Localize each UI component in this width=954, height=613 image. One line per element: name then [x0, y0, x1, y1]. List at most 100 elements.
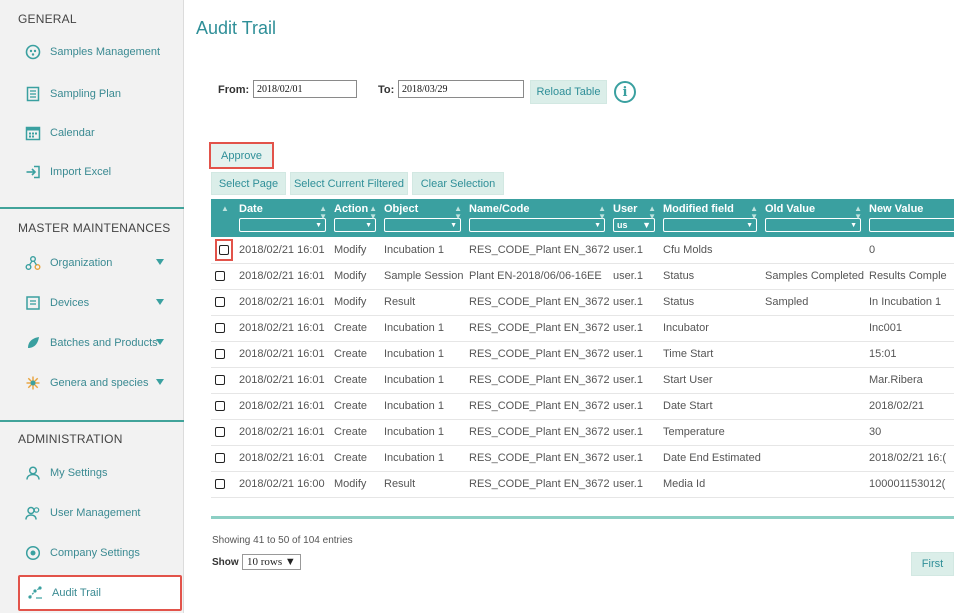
- cell-new-value: 30: [865, 419, 954, 446]
- row-checkbox[interactable]: [215, 453, 225, 464]
- row-checkbox[interactable]: [215, 297, 225, 308]
- approve-button[interactable]: Approve: [209, 142, 274, 169]
- cell-modified-field: Date Start: [659, 393, 761, 420]
- header-name-code[interactable]: Name/Code ▲ ▼ ▼: [465, 199, 609, 237]
- cell-name-code: RES_CODE_Plant EN_3672: [465, 419, 609, 446]
- info-icon[interactable]: i: [614, 81, 636, 103]
- to-label: To:: [378, 84, 395, 96]
- cell-object: Incubation 1: [380, 393, 465, 420]
- cell-user: user.1: [609, 471, 659, 498]
- chevron-down-icon[interactable]: [156, 259, 164, 265]
- header-new-value[interactable]: New Value▲▼: [865, 199, 954, 237]
- chevron-down-icon[interactable]: [156, 299, 164, 305]
- header-old-value[interactable]: Old Value ▲ ▼ ▼: [761, 199, 865, 237]
- cell-date: 2018/02/21 16:01: [235, 289, 330, 316]
- sort-icon[interactable]: ▲ ▼: [854, 205, 862, 221]
- nav-my-settings[interactable]: My Settings: [24, 460, 174, 486]
- cell-modified-field: Status: [659, 263, 761, 290]
- modified-field-filter-select[interactable]: ▼: [663, 218, 757, 232]
- first-page-button[interactable]: First: [911, 552, 954, 576]
- row-checkbox[interactable]: [215, 271, 225, 282]
- from-date-input[interactable]: [253, 80, 357, 98]
- reload-table-button[interactable]: Reload Table: [530, 80, 607, 104]
- nav-audit-trail[interactable]: Audit Trail: [18, 575, 182, 611]
- nav-genera-species[interactable]: Genera and species: [24, 370, 174, 396]
- nav-calendar[interactable]: Calendar: [24, 120, 174, 146]
- nav-batches-products[interactable]: Batches and Products: [24, 330, 174, 356]
- header-action[interactable]: Action ▲ ▼ ▼: [330, 199, 380, 237]
- nav-import-excel[interactable]: Import Excel: [24, 159, 174, 185]
- users-icon: [24, 504, 42, 522]
- row-checkbox[interactable]: [215, 375, 225, 386]
- chevron-down-icon[interactable]: [156, 339, 164, 345]
- date-filter-select[interactable]: ▼: [239, 218, 326, 232]
- nav-samples-management[interactable]: Samples Management: [24, 39, 174, 65]
- nav-user-management[interactable]: User Management: [24, 500, 174, 526]
- clear-selection-button[interactable]: Clear Selection: [412, 172, 504, 195]
- row-checkbox[interactable]: [215, 401, 225, 412]
- header-label: New Value: [869, 203, 924, 215]
- sort-icon[interactable]: ▲ ▼: [648, 205, 656, 221]
- row-checkbox[interactable]: [219, 244, 229, 255]
- cell-old-value: [761, 341, 865, 368]
- new-value-filter-select[interactable]: [869, 218, 954, 232]
- nav-label: Sampling Plan: [50, 88, 121, 100]
- table-row[interactable]: 2018/02/21 16:00 Modify Result RES_CODE_…: [211, 471, 954, 498]
- table-row[interactable]: 2018/02/21 16:01 Modify Result RES_CODE_…: [211, 289, 954, 316]
- cell-old-value: [761, 237, 865, 264]
- table-row[interactable]: 2018/02/21 16:01 Modify Sample Session P…: [211, 263, 954, 290]
- table-row[interactable]: 2018/02/21 16:01 Create Incubation 1 RES…: [211, 393, 954, 420]
- select-current-filtered-button[interactable]: Select Current Filtered: [290, 172, 408, 195]
- settings-icon: [24, 544, 42, 562]
- nav-devices[interactable]: Devices: [24, 290, 174, 316]
- table-row[interactable]: 2018/02/21 16:01 Create Incubation 1 RES…: [211, 445, 954, 472]
- header-object[interactable]: Object ▲ ▼ ▼: [380, 199, 465, 237]
- sort-icon[interactable]: ▲ ▼: [598, 205, 606, 221]
- table-row[interactable]: 2018/02/21 16:01 Create Incubation 1 RES…: [211, 315, 954, 342]
- row-checkbox[interactable]: [215, 427, 225, 438]
- from-label: From:: [218, 84, 250, 96]
- table-row[interactable]: 2018/02/21 16:01 Modify Incubation 1 RES…: [211, 237, 954, 264]
- chevron-down-icon[interactable]: [156, 379, 164, 385]
- cell-date: 2018/02/21 16:01: [235, 341, 330, 368]
- object-filter-select[interactable]: ▼: [384, 218, 461, 232]
- table-row[interactable]: 2018/02/21 16:01 Create Incubation 1 RES…: [211, 419, 954, 446]
- row-checkbox-cell: [211, 263, 235, 290]
- cell-old-value: [761, 393, 865, 420]
- header-date[interactable]: Date ▲ ▼ ▼: [235, 199, 330, 237]
- general-section-title: GENERAL: [18, 12, 77, 26]
- row-checkbox-cell: [211, 341, 235, 368]
- cell-object: Result: [380, 289, 465, 316]
- nav-sampling-plan[interactable]: Sampling Plan: [24, 81, 174, 107]
- cell-date: 2018/02/21 16:01: [235, 445, 330, 472]
- row-checkbox[interactable]: [215, 479, 225, 490]
- old-value-filter-select[interactable]: ▼: [765, 218, 861, 232]
- sort-icon[interactable]: ▲ ▼: [454, 205, 462, 221]
- cell-object: Incubation 1: [380, 315, 465, 342]
- sort-icon[interactable]: ▲ ▼: [750, 205, 758, 221]
- to-date-input[interactable]: [398, 80, 524, 98]
- sort-icon[interactable]: ▲ ▼: [369, 205, 377, 221]
- sampling-plan-icon: [24, 85, 42, 103]
- select-page-button[interactable]: Select Page: [211, 172, 286, 195]
- row-checkbox[interactable]: [215, 323, 225, 334]
- row-checkbox[interactable]: [215, 349, 225, 360]
- rows-per-page-select[interactable]: 10 rows ▼: [242, 554, 301, 570]
- cell-object: Incubation 1: [380, 237, 465, 264]
- cell-name-code: RES_CODE_Plant EN_3672: [465, 367, 609, 394]
- cell-name-code: RES_CODE_Plant EN_3672: [465, 393, 609, 420]
- cell-action: Modify: [330, 289, 380, 316]
- nav-organization[interactable]: Organization: [24, 250, 174, 276]
- name-code-filter-select[interactable]: ▼: [469, 218, 605, 232]
- cell-modified-field: Incubator: [659, 315, 761, 342]
- nav-company-settings[interactable]: Company Settings: [24, 540, 174, 566]
- sort-icon[interactable]: ▲: [221, 205, 229, 213]
- cell-user: user.1: [609, 367, 659, 394]
- header-user[interactable]: User ▲ ▼ us ▼: [609, 199, 659, 237]
- table-row[interactable]: 2018/02/21 16:01 Create Incubation 1 RES…: [211, 367, 954, 394]
- table-row[interactable]: 2018/02/21 16:01 Create Incubation 1 RES…: [211, 341, 954, 368]
- section-divider: [0, 207, 184, 209]
- sort-icon[interactable]: ▲ ▼: [319, 205, 327, 221]
- header-modified-field[interactable]: Modified field ▲ ▼ ▼: [659, 199, 761, 237]
- user-filter-value: us: [617, 220, 628, 230]
